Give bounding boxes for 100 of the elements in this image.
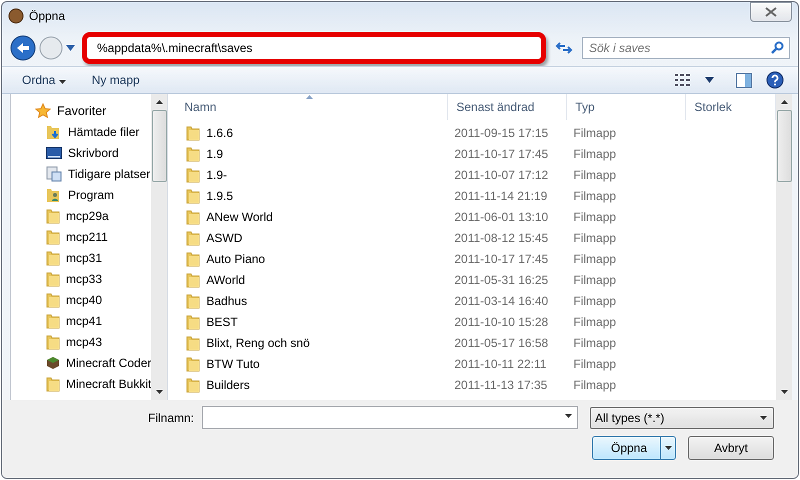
sidebar-item[interactable]: mcp33 — [11, 268, 152, 289]
file-type: Filmapp — [572, 168, 618, 182]
file-name: 1.9- — [206, 168, 228, 182]
folder-icon — [186, 376, 200, 392]
folder-icon — [46, 250, 60, 266]
grass-block-icon — [46, 356, 60, 370]
open-button[interactable]: Öppna — [592, 436, 676, 460]
caret-icon[interactable] — [66, 45, 75, 51]
file-row[interactable]: BTW Tuto 2011-10-11 22:11 Filmapp — [168, 353, 776, 374]
sidebar-item[interactable]: Tidigare platser — [11, 163, 152, 184]
file-row[interactable]: ANew World 2011-06-01 13:10 Filmapp — [168, 206, 776, 227]
file-row[interactable]: Badhus 2011-03-14 16:40 Filmapp — [168, 290, 776, 311]
file-name: BEST — [206, 314, 238, 328]
file-row[interactable]: 1.9 2011-10-17 17:45 Filmapp — [168, 143, 776, 164]
sidebar-item[interactable]: Hämtade filer — [11, 121, 152, 142]
scrollbar-thumb[interactable] — [776, 110, 792, 182]
caret-icon — [58, 80, 66, 84]
file-row[interactable]: Builders 2011-11-13 17:35 Filmapp — [168, 374, 776, 395]
file-name: ANew World — [206, 210, 273, 224]
caret-icon — [156, 390, 163, 394]
column-header[interactable]: Namn — [176, 94, 448, 120]
window-title: Öppna — [29, 9, 66, 23]
sidebar-item[interactable]: mcp31 — [11, 247, 152, 268]
modified-date: 2011-08-12 15:45 — [453, 230, 550, 244]
folder-icon — [186, 272, 200, 288]
modified-date: 2011-10-07 17:12 — [453, 168, 550, 182]
folder-icon — [46, 208, 60, 224]
search-icon — [771, 41, 784, 54]
file-row[interactable]: 1.6.6 2011-09-15 17:15 Filmapp — [168, 122, 776, 143]
file-name: Badhus — [206, 294, 248, 308]
file-row[interactable]: 1.9.5 2011-11-14 21:19 Filmapp — [168, 185, 776, 206]
file-list-scrollbar[interactable] — [776, 94, 792, 400]
sidebar-item[interactable]: Skrivbord — [11, 142, 152, 163]
modified-date: 2011-10-17 17:45 — [453, 146, 550, 160]
sidebar-item[interactable]: Favoriter — [11, 100, 152, 121]
desktop-icon — [46, 146, 62, 160]
close-button[interactable] — [750, 2, 792, 22]
modified-date: 2011-11-13 17:35 — [453, 378, 548, 392]
file-name: Auto Piano — [206, 252, 266, 266]
caret-icon — [565, 414, 572, 418]
sidebar-item[interactable]: Minecraft Coder — [11, 352, 152, 373]
file-row[interactable]: Auto Piano 2011-10-17 17:45 Filmapp — [168, 248, 776, 269]
folder-icon — [186, 124, 200, 140]
file-row[interactable]: BEST 2011-10-10 15:28 Filmapp — [168, 311, 776, 332]
scrollbar-thumb[interactable] — [152, 110, 167, 182]
file-row[interactable]: Blixt, Reng och snö 2011-05-17 16:58 Filmapp — [168, 332, 776, 353]
modified-date: 2011-10-11 22:11 — [453, 356, 548, 370]
search-field[interactable]: Sök i saves — [582, 37, 790, 59]
sidebar-item[interactable]: mcp40 — [11, 289, 152, 310]
refresh-icon[interactable] — [555, 40, 573, 56]
folder-icon — [186, 208, 200, 224]
sort-arrow-icon — [306, 95, 314, 99]
sidebar-item[interactable]: mcp29a — [11, 205, 152, 226]
sidebar-item[interactable]: Program — [11, 184, 152, 205]
new-folder-button[interactable]: Ny mapp — [86, 71, 146, 89]
download-folder-icon — [46, 124, 62, 140]
sidebar-item[interactable]: mcp41 — [11, 310, 152, 331]
folder-icon — [186, 356, 200, 372]
file-type: Filmapp — [572, 210, 618, 224]
file-name: 1.9 — [206, 146, 224, 160]
column-header[interactable]: Typ — [567, 94, 686, 120]
preview-pane-icon[interactable] — [736, 72, 752, 88]
caret-icon[interactable] — [705, 77, 714, 83]
help-icon[interactable] — [766, 71, 784, 89]
file-type: Filmapp — [572, 146, 618, 160]
caret-icon — [664, 446, 672, 450]
cancel-button[interactable]: Avbryt — [688, 436, 774, 460]
file-row[interactable]: 1.9- 2011-10-07 17:12 Filmapp — [168, 164, 776, 185]
user-folder-icon — [46, 186, 62, 202]
file-name: 1.9.5 — [206, 188, 234, 202]
close-icon — [765, 7, 777, 17]
folder-icon — [46, 376, 60, 392]
folder-icon — [46, 312, 60, 328]
modified-date: 2011-05-17 16:58 — [453, 336, 550, 350]
file-type-dropdown[interactable]: All types (*.*) — [590, 406, 774, 428]
sidebar-scrollbar[interactable] — [151, 94, 168, 400]
sidebar-item[interactable]: mcp43 — [11, 331, 152, 352]
file-type: Filmapp — [572, 188, 618, 202]
address-field[interactable]: %appdata%\.minecraft\saves — [82, 32, 546, 64]
modified-date: 2011-11-14 21:19 — [453, 188, 548, 202]
folder-icon — [186, 250, 200, 266]
file-type: Filmapp — [572, 378, 618, 392]
file-row[interactable]: ASWD 2011-08-12 15:45 Filmapp — [168, 227, 776, 248]
file-row[interactable]: AWorld 2011-05-31 16:25 Filmapp — [168, 269, 776, 290]
sidebar-item[interactable]: mcp211 — [11, 226, 152, 247]
file-name: AWorld — [206, 272, 246, 286]
sidebar-item[interactable]: Minecraft Bukkit — [11, 373, 152, 394]
organize-button[interactable]: Ordna — [16, 71, 72, 89]
back-icon[interactable] — [10, 35, 36, 61]
column-header[interactable]: Senast ändrad — [448, 94, 568, 120]
file-type: Filmapp — [572, 336, 618, 350]
view-list-icon[interactable] — [675, 74, 691, 86]
file-type: Filmapp — [572, 126, 618, 140]
folder-icon — [46, 270, 60, 286]
modified-date: 2011-09-15 17:15 — [453, 126, 550, 140]
file-type: Filmapp — [572, 356, 618, 370]
file-type: Filmapp — [572, 230, 618, 244]
file-type: Filmapp — [572, 252, 618, 266]
filename-field[interactable] — [202, 406, 578, 429]
folder-icon — [186, 292, 200, 308]
